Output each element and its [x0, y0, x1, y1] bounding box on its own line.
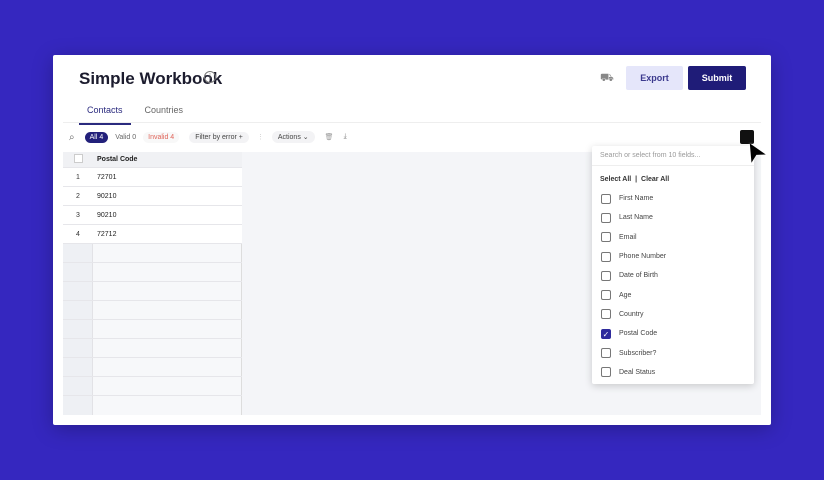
empty-row: [63, 358, 242, 377]
field-option-label: Postal Code: [619, 330, 658, 338]
row-number: 2: [76, 192, 80, 200]
select-controls: Select All | Clear All: [600, 176, 670, 183]
row-number: 3: [76, 211, 80, 219]
checkbox[interactable]: [601, 251, 611, 262]
filter-label: Filter by error: [195, 133, 237, 141]
filter-all[interactable]: All 4: [84, 131, 109, 143]
table-row[interactable]: 3 90210: [63, 206, 242, 225]
checkbox[interactable]: [601, 270, 611, 281]
empty-row: [63, 282, 242, 301]
checkbox[interactable]: [601, 367, 611, 378]
field-option-label: Date of Birth: [619, 272, 658, 280]
cell-postal-code[interactable]: 90210: [93, 212, 116, 219]
field-option-label: Age: [619, 291, 632, 299]
checkbox[interactable]: [601, 309, 611, 320]
row-number: 4: [76, 230, 80, 238]
checkbox[interactable]: [601, 212, 611, 223]
field-option[interactable]: Last Name: [592, 208, 754, 227]
export-button[interactable]: Export: [626, 66, 683, 90]
empty-row: [63, 263, 242, 282]
table-row[interactable]: 4 72712: [63, 225, 242, 244]
table-header: Postal Code: [63, 152, 242, 168]
empty-row: [63, 339, 242, 358]
field-option[interactable]: Phone Number: [592, 247, 754, 266]
cell-postal-code[interactable]: 72712: [93, 231, 116, 238]
row-number: 1: [76, 173, 80, 181]
field-search-input[interactable]: Search or select from 10 fields...: [592, 146, 754, 166]
workbook-window: Simple Workbook i ⛟ Export Submit Contac…: [53, 55, 771, 425]
field-option[interactable]: Deal Status: [592, 363, 754, 382]
page-title: Simple Workbook: [79, 69, 223, 88]
submit-button[interactable]: Submit: [688, 66, 746, 90]
info-icon[interactable]: i: [204, 71, 216, 83]
field-option[interactable]: Subscriber?: [592, 343, 754, 362]
divider: [63, 122, 761, 123]
empty-row: [63, 320, 242, 339]
field-option[interactable]: ✓ Postal Code: [592, 324, 754, 343]
field-option-label: Last Name: [619, 214, 653, 222]
select-all-link[interactable]: Select All: [600, 176, 631, 183]
download-icon[interactable]: ⤓: [344, 133, 347, 141]
checkbox[interactable]: [601, 348, 611, 359]
field-option[interactable]: Email: [592, 228, 754, 247]
cell-postal-code[interactable]: 72701: [93, 174, 116, 181]
field-option[interactable]: First Name: [592, 189, 754, 208]
field-visibility-dropdown: Search or select from 10 fields... Selec…: [592, 146, 754, 384]
field-option-label: Country: [619, 310, 644, 318]
cell-postal-code[interactable]: 90210: [93, 193, 116, 200]
table-row[interactable]: 2 90210: [63, 187, 242, 206]
separator: ⋮: [256, 134, 264, 141]
actions-label: Actions: [277, 134, 301, 141]
filter-by-error-button[interactable]: Filter by error +: [189, 131, 249, 143]
field-option[interactable]: Age: [592, 285, 754, 304]
field-option-label: Email: [619, 233, 637, 241]
empty-row: [63, 377, 242, 396]
checkbox[interactable]: [601, 193, 611, 204]
field-option[interactable]: Country: [592, 305, 754, 324]
select-all-checkbox[interactable]: [63, 154, 93, 165]
checkbox[interactable]: [601, 232, 611, 243]
empty-row: [63, 301, 242, 320]
filter-invalid[interactable]: Invalid 4: [143, 131, 180, 143]
clear-all-link[interactable]: Clear All: [641, 176, 669, 183]
toolbar: ⌕ All 4 Valid 0 Invalid 4 Filter by erro…: [69, 130, 347, 144]
field-option-label: Subscriber?: [619, 349, 657, 357]
truck-icon[interactable]: ⛟: [600, 72, 614, 86]
search-icon[interactable]: ⌕: [69, 132, 75, 143]
empty-row: [63, 244, 242, 263]
checkbox[interactable]: [601, 290, 611, 301]
chevron-down-icon: ⌄: [302, 134, 309, 141]
field-option-label: First Name: [619, 195, 654, 203]
field-option[interactable]: Date of Birth: [592, 266, 754, 285]
field-option-label: Deal Status: [619, 368, 656, 376]
field-option-label: Phone Number: [619, 253, 667, 261]
plus-icon: +: [238, 133, 243, 141]
column-header-postal-code[interactable]: Postal Code: [93, 156, 137, 163]
checkbox[interactable]: ✓: [601, 328, 611, 339]
actions-button[interactable]: Actions ⌄: [271, 131, 315, 143]
trash-icon[interactable]: 🗑: [325, 133, 334, 141]
table-row[interactable]: 1 72701: [63, 168, 242, 187]
filter-valid[interactable]: Valid 0: [110, 132, 141, 143]
